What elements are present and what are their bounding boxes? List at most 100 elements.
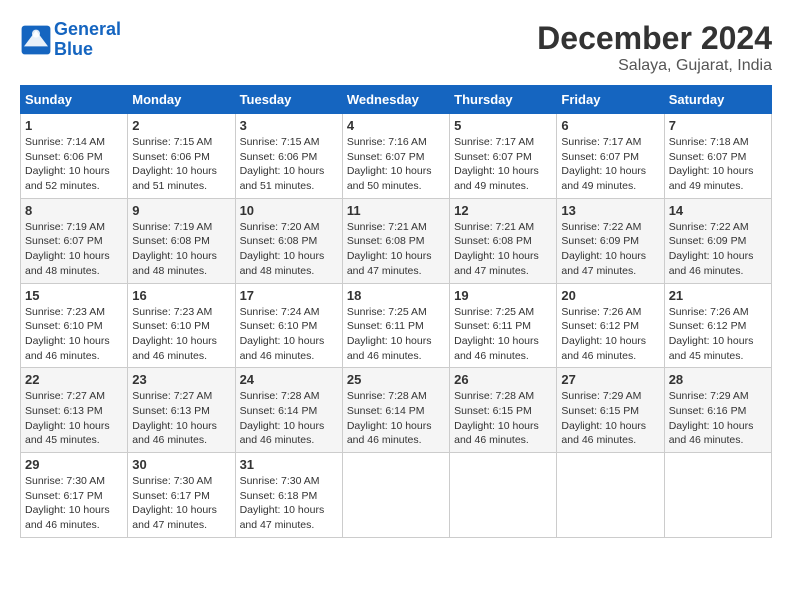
day-info: Sunrise: 7:22 AM Sunset: 6:09 PM Dayligh… [669, 220, 767, 279]
day-info: Sunrise: 7:23 AM Sunset: 6:10 PM Dayligh… [25, 305, 123, 364]
day-number: 30 [132, 457, 230, 472]
day-number: 3 [240, 118, 338, 133]
month-year: December 2024 [537, 20, 772, 57]
day-info: Sunrise: 7:16 AM Sunset: 6:07 PM Dayligh… [347, 135, 445, 194]
logo-text: General Blue [54, 20, 121, 60]
day-info: Sunrise: 7:30 AM Sunset: 6:17 PM Dayligh… [132, 474, 230, 533]
calendar-cell [664, 453, 771, 538]
day-info: Sunrise: 7:26 AM Sunset: 6:12 PM Dayligh… [669, 305, 767, 364]
calendar-cell [450, 453, 557, 538]
day-info: Sunrise: 7:25 AM Sunset: 6:11 PM Dayligh… [454, 305, 552, 364]
day-info: Sunrise: 7:19 AM Sunset: 6:07 PM Dayligh… [25, 220, 123, 279]
calendar-cell: 15 Sunrise: 7:23 AM Sunset: 6:10 PM Dayli… [21, 283, 128, 368]
calendar-cell: 12Sunrise: 7:21 AM Sunset: 6:08 PM Dayli… [450, 198, 557, 283]
day-number: 4 [347, 118, 445, 133]
calendar-cell: 6 Sunrise: 7:17 AM Sunset: 6:07 PM Daylig… [557, 114, 664, 199]
calendar-table: SundayMondayTuesdayWednesdayThursdayFrid… [20, 85, 772, 538]
calendar-cell [342, 453, 449, 538]
day-number: 13 [561, 203, 659, 218]
logo-line2: Blue [54, 39, 93, 59]
page-header: General Blue December 2024 Salaya, Gujar… [20, 20, 772, 75]
day-number: 18 [347, 288, 445, 303]
calendar-cell: 3 Sunrise: 7:15 AM Sunset: 6:06 PM Daylig… [235, 114, 342, 199]
day-info: Sunrise: 7:15 AM Sunset: 6:06 PM Dayligh… [132, 135, 230, 194]
day-info: Sunrise: 7:29 AM Sunset: 6:15 PM Dayligh… [561, 389, 659, 448]
day-info: Sunrise: 7:15 AM Sunset: 6:06 PM Dayligh… [240, 135, 338, 194]
day-number: 2 [132, 118, 230, 133]
day-number: 12 [454, 203, 552, 218]
calendar-cell: 21 Sunrise: 7:26 AM Sunset: 6:12 PM Dayli… [664, 283, 771, 368]
day-info: Sunrise: 7:17 AM Sunset: 6:07 PM Dayligh… [454, 135, 552, 194]
calendar-cell: 10Sunrise: 7:20 AM Sunset: 6:08 PM Dayli… [235, 198, 342, 283]
calendar-week-row: 29Sunrise: 7:30 AM Sunset: 6:17 PM Dayli… [21, 453, 772, 538]
day-info: Sunrise: 7:17 AM Sunset: 6:07 PM Dayligh… [561, 135, 659, 194]
day-number: 14 [669, 203, 767, 218]
day-info: Sunrise: 7:25 AM Sunset: 6:11 PM Dayligh… [347, 305, 445, 364]
calendar-cell: 1 Sunrise: 7:14 AM Sunset: 6:06 PM Daylig… [21, 114, 128, 199]
logo-line1: General [54, 19, 121, 39]
calendar-cell: 19 Sunrise: 7:25 AM Sunset: 6:11 PM Dayli… [450, 283, 557, 368]
calendar-cell: 14 Sunrise: 7:22 AM Sunset: 6:09 PM Dayli… [664, 198, 771, 283]
calendar-cell: 25Sunrise: 7:28 AM Sunset: 6:14 PM Dayli… [342, 368, 449, 453]
day-number: 8 [25, 203, 123, 218]
day-number: 16 [132, 288, 230, 303]
calendar-cell: 4 Sunrise: 7:16 AM Sunset: 6:07 PM Daylig… [342, 114, 449, 199]
day-info: Sunrise: 7:27 AM Sunset: 6:13 PM Dayligh… [25, 389, 123, 448]
day-info: Sunrise: 7:18 AM Sunset: 6:07 PM Dayligh… [669, 135, 767, 194]
day-number: 19 [454, 288, 552, 303]
day-info: Sunrise: 7:30 AM Sunset: 6:17 PM Dayligh… [25, 474, 123, 533]
day-number: 5 [454, 118, 552, 133]
calendar-cell: 16Sunrise: 7:23 AM Sunset: 6:10 PM Dayli… [128, 283, 235, 368]
calendar-cell: 23Sunrise: 7:27 AM Sunset: 6:13 PM Dayli… [128, 368, 235, 453]
day-info: Sunrise: 7:21 AM Sunset: 6:08 PM Dayligh… [347, 220, 445, 279]
day-number: 7 [669, 118, 767, 133]
calendar-cell: 27 Sunrise: 7:29 AM Sunset: 6:15 PM Dayli… [557, 368, 664, 453]
calendar-cell: 17 Sunrise: 7:24 AM Sunset: 6:10 PM Dayli… [235, 283, 342, 368]
day-number: 6 [561, 118, 659, 133]
day-info: Sunrise: 7:24 AM Sunset: 6:10 PM Dayligh… [240, 305, 338, 364]
calendar-week-row: 15 Sunrise: 7:23 AM Sunset: 6:10 PM Dayli… [21, 283, 772, 368]
logo-icon [20, 24, 52, 56]
day-number: 10 [240, 203, 338, 218]
weekday-header-saturday: Saturday [664, 86, 771, 114]
day-number: 26 [454, 372, 552, 387]
day-info: Sunrise: 7:14 AM Sunset: 6:06 PM Dayligh… [25, 135, 123, 194]
day-number: 27 [561, 372, 659, 387]
day-number: 15 [25, 288, 123, 303]
calendar-cell: 18 Sunrise: 7:25 AM Sunset: 6:11 PM Dayli… [342, 283, 449, 368]
calendar-week-row: 1 Sunrise: 7:14 AM Sunset: 6:06 PM Daylig… [21, 114, 772, 199]
calendar-week-row: 22 Sunrise: 7:27 AM Sunset: 6:13 PM Dayli… [21, 368, 772, 453]
calendar-cell: 22 Sunrise: 7:27 AM Sunset: 6:13 PM Dayli… [21, 368, 128, 453]
day-info: Sunrise: 7:26 AM Sunset: 6:12 PM Dayligh… [561, 305, 659, 364]
day-number: 17 [240, 288, 338, 303]
calendar-cell: 24 Sunrise: 7:28 AM Sunset: 6:14 PM Dayli… [235, 368, 342, 453]
calendar-week-row: 8 Sunrise: 7:19 AM Sunset: 6:07 PM Daylig… [21, 198, 772, 283]
day-number: 28 [669, 372, 767, 387]
calendar-header-row: SundayMondayTuesdayWednesdayThursdayFrid… [21, 86, 772, 114]
day-number: 31 [240, 457, 338, 472]
day-number: 9 [132, 203, 230, 218]
weekday-header-friday: Friday [557, 86, 664, 114]
calendar-cell: 30 Sunrise: 7:30 AM Sunset: 6:17 PM Dayli… [128, 453, 235, 538]
calendar-body: 1 Sunrise: 7:14 AM Sunset: 6:06 PM Daylig… [21, 114, 772, 538]
calendar-cell: 31 Sunrise: 7:30 AM Sunset: 6:18 PM Dayli… [235, 453, 342, 538]
calendar-cell: 20 Sunrise: 7:26 AM Sunset: 6:12 PM Dayli… [557, 283, 664, 368]
weekday-header-tuesday: Tuesday [235, 86, 342, 114]
calendar-cell: 2 Sunrise: 7:15 AM Sunset: 6:06 PM Daylig… [128, 114, 235, 199]
day-number: 21 [669, 288, 767, 303]
day-number: 20 [561, 288, 659, 303]
day-number: 1 [25, 118, 123, 133]
calendar-cell [557, 453, 664, 538]
location: Salaya, Gujarat, India [537, 57, 772, 75]
day-info: Sunrise: 7:19 AM Sunset: 6:08 PM Dayligh… [132, 220, 230, 279]
day-info: Sunrise: 7:28 AM Sunset: 6:14 PM Dayligh… [240, 389, 338, 448]
weekday-header-thursday: Thursday [450, 86, 557, 114]
day-number: 22 [25, 372, 123, 387]
day-number: 11 [347, 203, 445, 218]
calendar-cell: 5 Sunrise: 7:17 AM Sunset: 6:07 PM Daylig… [450, 114, 557, 199]
calendar-cell: 28Sunrise: 7:29 AM Sunset: 6:16 PM Dayli… [664, 368, 771, 453]
day-info: Sunrise: 7:30 AM Sunset: 6:18 PM Dayligh… [240, 474, 338, 533]
day-number: 24 [240, 372, 338, 387]
calendar-cell: 11 Sunrise: 7:21 AM Sunset: 6:08 PM Dayli… [342, 198, 449, 283]
calendar-cell: 29Sunrise: 7:30 AM Sunset: 6:17 PM Dayli… [21, 453, 128, 538]
